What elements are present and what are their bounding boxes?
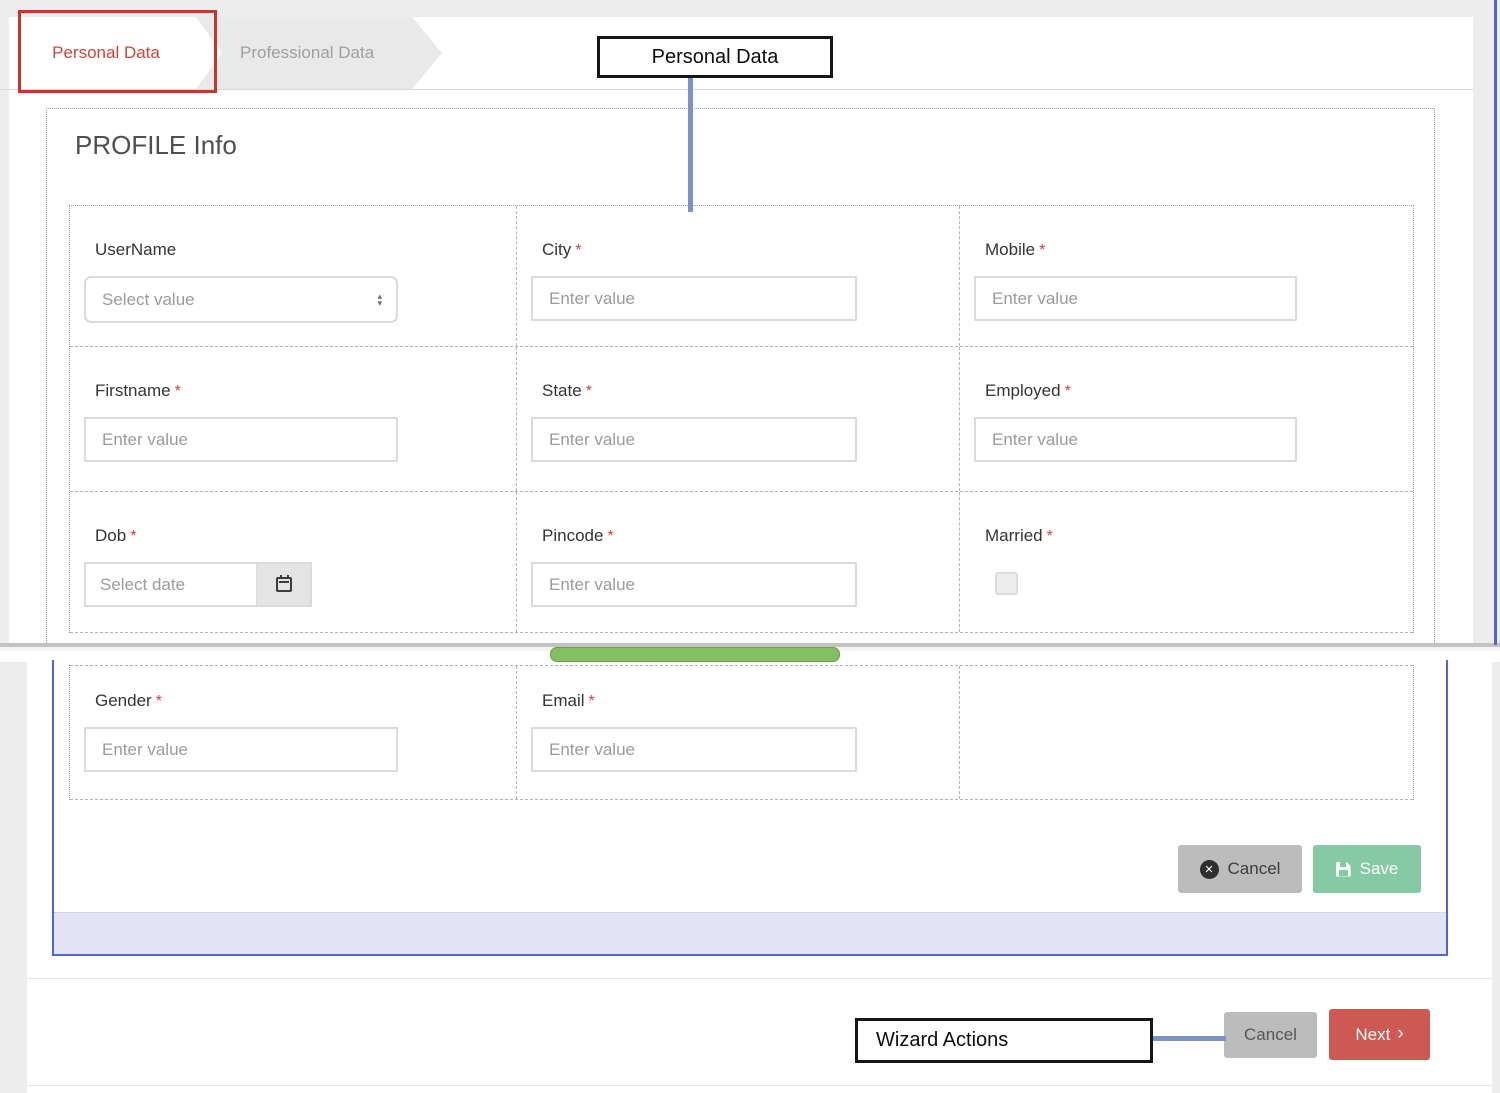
field-label: Mobile* — [985, 240, 1413, 260]
next-chevron-icon: › — [1397, 1024, 1403, 1043]
field-mobile: Mobile* — [959, 206, 1413, 346]
field-label: Email* — [542, 691, 959, 711]
top-margin-strip — [0, 0, 1500, 17]
field-label: City* — [542, 240, 959, 260]
required-asterisk: * — [156, 693, 162, 710]
selection-border-right-top — [1494, 0, 1497, 645]
calendar-icon — [276, 577, 292, 592]
empty-cell — [959, 666, 1413, 799]
form-save-label: Save — [1360, 859, 1399, 879]
wizard-actions-callout-label: Wizard Actions — [876, 1029, 1008, 1052]
city-input[interactable] — [531, 276, 857, 321]
callout-connector-line — [688, 78, 693, 212]
field-label: Firstname* — [95, 381, 516, 401]
field-email: Email* — [516, 666, 959, 799]
save-floppy-icon — [1336, 862, 1351, 877]
form-row: Firstname* State* Employed* — [70, 347, 1413, 492]
tab-professional-data[interactable]: Professional Data — [196, 17, 442, 89]
section-divider — [27, 978, 1492, 979]
married-checkbox[interactable] — [995, 572, 1018, 595]
mobile-input[interactable] — [974, 276, 1297, 321]
personal-data-callout-label: Personal Data — [652, 46, 779, 69]
right-margin-strip-bottom — [1492, 662, 1500, 1093]
wizard-cancel-label: Cancel — [1244, 1025, 1297, 1045]
footer-divider — [27, 1085, 1492, 1086]
dob-calendar-button[interactable] — [256, 562, 312, 607]
wizard-next-label: Next — [1355, 1025, 1390, 1045]
field-city: City* — [516, 206, 959, 346]
field-label: Married* — [985, 526, 1413, 546]
profile-form-grid-bottom: Gender* Email* — [69, 665, 1414, 800]
profile-form-grid-top: UserName Select value ▴▾ City* Mobile* F… — [69, 205, 1414, 633]
form-row: Gender* Email* — [70, 665, 1413, 800]
field-employed: Employed* — [959, 347, 1413, 491]
wizard-cancel-button[interactable]: Cancel — [1224, 1012, 1317, 1058]
firstname-input[interactable] — [84, 417, 398, 462]
selection-border-right — [1446, 660, 1448, 956]
tab-professional-label: Professional Data — [240, 43, 374, 63]
required-asterisk: * — [607, 528, 613, 545]
wizard-actions-callout: Wizard Actions — [855, 1018, 1153, 1063]
required-asterisk: * — [1039, 242, 1045, 259]
gender-input[interactable] — [84, 727, 398, 772]
personal-data-callout: Personal Data — [597, 36, 833, 78]
required-asterisk: * — [1047, 528, 1053, 545]
pincode-input[interactable] — [531, 562, 857, 607]
screenshot-seam-line — [0, 643, 1500, 647]
select-arrows-icon: ▴▾ — [377, 293, 382, 307]
required-asterisk: * — [175, 383, 181, 400]
form-row: UserName Select value ▴▾ City* Mobile* — [70, 206, 1413, 347]
required-asterisk: * — [575, 242, 581, 259]
tabbar-divider — [0, 89, 1473, 90]
required-asterisk: * — [586, 383, 592, 400]
field-label: Employed* — [985, 381, 1413, 401]
employed-input[interactable] — [974, 417, 1297, 462]
wizard-next-button[interactable]: Next › — [1329, 1009, 1430, 1060]
left-margin-strip-bottom — [0, 662, 27, 1093]
username-select[interactable]: Select value ▴▾ — [84, 276, 398, 323]
dob-date-input[interactable] — [84, 562, 256, 607]
field-gender: Gender* — [70, 666, 516, 799]
selection-border-left — [52, 660, 54, 956]
field-username: UserName Select value ▴▾ — [70, 206, 516, 346]
selection-border-bottom — [52, 954, 1448, 956]
red-highlight-annotation — [18, 10, 217, 93]
field-firstname: Firstname* — [70, 347, 516, 491]
left-margin-strip-top — [0, 17, 9, 647]
required-asterisk: * — [589, 693, 595, 710]
field-label: Pincode* — [542, 526, 959, 546]
field-married: Married* — [959, 492, 1413, 632]
field-state: State* — [516, 347, 959, 491]
cancel-circle-icon: ✕ — [1200, 860, 1219, 879]
widget-footer-band — [54, 912, 1446, 954]
field-label: UserName — [95, 240, 516, 260]
wizard-callout-connector-line — [1152, 1036, 1226, 1041]
field-label: Gender* — [95, 691, 516, 711]
field-label: Dob* — [95, 526, 516, 546]
field-dob: Dob* — [70, 492, 516, 632]
form-save-button[interactable]: Save — [1313, 845, 1421, 893]
field-label: State* — [542, 381, 959, 401]
form-cancel-label: Cancel — [1228, 859, 1281, 879]
required-asterisk: * — [130, 528, 136, 545]
email-input[interactable] — [531, 727, 857, 772]
form-row: Dob* Pincode* Married* — [70, 492, 1413, 633]
form-cancel-button[interactable]: ✕ Cancel — [1178, 845, 1302, 893]
required-asterisk: * — [1065, 383, 1071, 400]
state-input[interactable] — [531, 417, 857, 462]
field-pincode: Pincode* — [516, 492, 959, 632]
profile-title: PROFILE Info — [75, 130, 237, 161]
green-drop-indicator — [550, 647, 840, 662]
wizard-page: Professional Data Personal Data Personal… — [0, 0, 1500, 1093]
select-placeholder: Select value — [102, 290, 377, 310]
